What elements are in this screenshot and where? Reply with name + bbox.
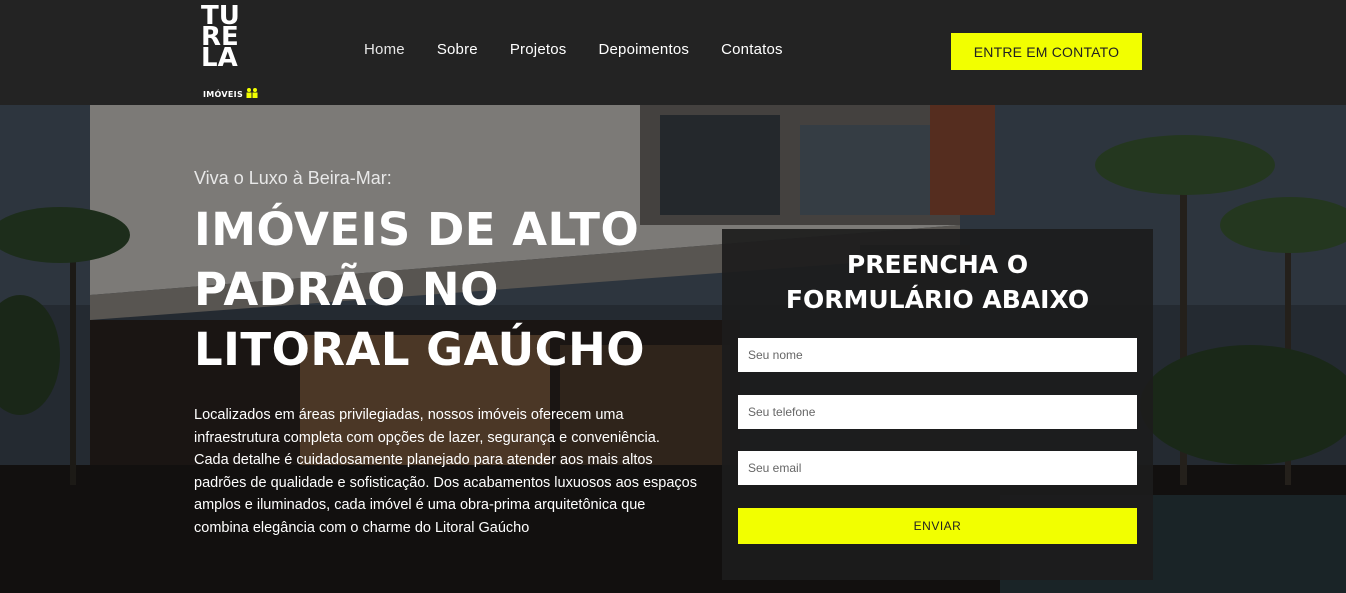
form-title: PREENCHA O FORMULÁRIO ABAIXO [722, 247, 1153, 317]
logo-line-3: LA [201, 43, 238, 73]
hero-description-line: Cada detalhe é cuidadosamente planejado … [194, 452, 653, 468]
hero-description-line: Localizados em áreas privilegiadas, noss… [194, 407, 624, 423]
site-header: TU RE LA IMÓVEIS Home Sobre Projetos Dep… [0, 0, 1346, 105]
form-title-line: FORMULÁRIO ABAIXO [785, 285, 1090, 314]
hero-title-line: LITORAL GAÚCHO [194, 323, 646, 376]
hero-description-line: infraestrutura completa com opções de la… [194, 429, 660, 446]
hero-description-line: combina elegância com o charme do Litora… [194, 519, 530, 536]
email-input[interactable] [738, 451, 1137, 485]
nav-depoimentos[interactable]: Depoimentos [598, 41, 689, 58]
logo[interactable]: TU RE LA IMÓVEIS [201, 3, 263, 100]
hero-title: IMÓVEIS DE ALTO PADRÃO NO LITORAL GAÚCHO [194, 200, 714, 380]
nav-home[interactable]: Home [364, 41, 405, 58]
hero-description-line: amplos e iluminados, cada imóvel é uma o… [194, 497, 646, 513]
phone-input[interactable] [738, 395, 1137, 429]
submit-button[interactable]: ENVIAR [738, 508, 1137, 544]
hero-description: Localizados em áreas privilegiadas, noss… [194, 404, 724, 539]
hero-kicker: Viva o Luxo à Beira-Mar: [194, 168, 392, 188]
hero-description-line: padrões de qualidade e sofisticação. Dos… [194, 474, 697, 491]
contact-form: PREENCHA O FORMULÁRIO ABAIXO ENVIAR [722, 229, 1153, 580]
contact-cta-button[interactable]: ENTRE EM CONTATO [951, 33, 1142, 70]
logo-subtitle: IMÓVEIS [203, 90, 244, 99]
name-input[interactable] [738, 338, 1137, 372]
nav-sobre[interactable]: Sobre [437, 41, 478, 58]
nav-contatos[interactable]: Contatos [721, 41, 783, 58]
people-icon [246, 88, 258, 98]
nav-projetos[interactable]: Projetos [510, 41, 567, 58]
main-nav: Home Sobre Projetos Depoimentos Contatos [364, 41, 815, 58]
hero-title-line: IMÓVEIS DE ALTO [194, 203, 640, 256]
hero-title-line: PADRÃO NO [194, 263, 499, 316]
form-title-line: PREENCHA O [846, 250, 1029, 279]
